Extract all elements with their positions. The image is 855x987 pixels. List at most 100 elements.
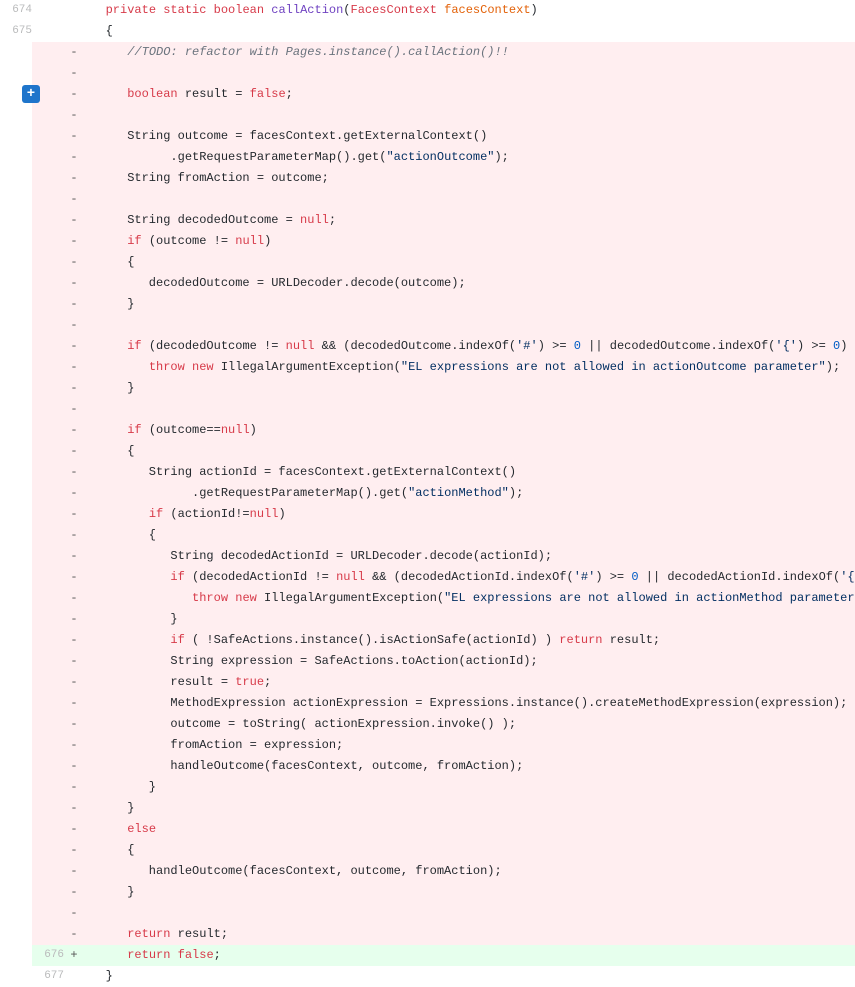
new-line-number[interactable] xyxy=(32,525,64,546)
code-content[interactable]: throw new IllegalArgumentException("EL e… xyxy=(84,588,855,609)
old-line-number[interactable] xyxy=(0,189,32,210)
new-line-number[interactable] xyxy=(32,441,64,462)
old-line-number[interactable] xyxy=(0,126,32,147)
new-line-number[interactable] xyxy=(32,693,64,714)
code-content[interactable]: } xyxy=(84,378,855,399)
code-content[interactable]: //TODO: refactor with Pages.instance().c… xyxy=(84,42,855,63)
code-content[interactable]: handleOutcome(facesContext, outcome, fro… xyxy=(84,756,855,777)
old-line-number[interactable] xyxy=(0,798,32,819)
new-line-number[interactable] xyxy=(32,336,64,357)
new-line-number[interactable]: 677 xyxy=(32,966,64,987)
code-content[interactable]: private static boolean callAction(FacesC… xyxy=(84,0,855,21)
code-content[interactable]: if ( !SafeActions.instance().isActionSaf… xyxy=(84,630,855,651)
code-content[interactable]: String actionId = facesContext.getExtern… xyxy=(84,462,855,483)
code-content[interactable]: } xyxy=(84,798,855,819)
code-content[interactable] xyxy=(84,63,855,84)
code-content[interactable]: { xyxy=(84,252,855,273)
new-line-number[interactable] xyxy=(32,105,64,126)
old-line-number[interactable] xyxy=(0,567,32,588)
old-line-number[interactable] xyxy=(0,252,32,273)
old-line-number[interactable] xyxy=(0,231,32,252)
new-line-number[interactable] xyxy=(32,210,64,231)
code-content[interactable] xyxy=(84,399,855,420)
code-content[interactable]: String outcome = facesContext.getExterna… xyxy=(84,126,855,147)
old-line-number[interactable] xyxy=(0,735,32,756)
code-content[interactable]: String decodedOutcome = null; xyxy=(84,210,855,231)
old-line-number[interactable] xyxy=(0,147,32,168)
old-line-number[interactable] xyxy=(0,315,32,336)
new-line-number[interactable] xyxy=(32,357,64,378)
new-line-number[interactable] xyxy=(32,294,64,315)
old-line-number[interactable] xyxy=(0,273,32,294)
old-line-number[interactable] xyxy=(0,168,32,189)
old-line-number[interactable] xyxy=(0,756,32,777)
old-line-number[interactable] xyxy=(0,210,32,231)
new-line-number[interactable] xyxy=(32,231,64,252)
code-content[interactable]: else xyxy=(84,819,855,840)
code-content[interactable]: { xyxy=(84,525,855,546)
code-content[interactable]: MethodExpression actionExpression = Expr… xyxy=(84,693,855,714)
new-line-number[interactable] xyxy=(32,168,64,189)
code-content[interactable]: outcome = toString( actionExpression.inv… xyxy=(84,714,855,735)
code-content[interactable]: if (decodedOutcome != null && (decodedOu… xyxy=(84,336,855,357)
old-line-number[interactable] xyxy=(0,924,32,945)
old-line-number[interactable] xyxy=(0,420,32,441)
old-line-number[interactable] xyxy=(0,357,32,378)
new-line-number[interactable] xyxy=(32,756,64,777)
old-line-number[interactable] xyxy=(0,903,32,924)
new-line-number[interactable]: 676 xyxy=(32,945,64,966)
code-content[interactable]: .getRequestParameterMap().get("actionMet… xyxy=(84,483,855,504)
code-content[interactable] xyxy=(84,105,855,126)
new-line-number[interactable] xyxy=(32,735,64,756)
new-line-number[interactable] xyxy=(32,252,64,273)
code-content[interactable]: fromAction = expression; xyxy=(84,735,855,756)
old-line-number[interactable] xyxy=(0,294,32,315)
code-content[interactable]: return false; xyxy=(84,945,855,966)
old-line-number[interactable] xyxy=(0,882,32,903)
code-content[interactable]: return result; xyxy=(84,924,855,945)
new-line-number[interactable] xyxy=(32,714,64,735)
code-content[interactable]: String expression = SafeActions.toAction… xyxy=(84,651,855,672)
old-line-number[interactable] xyxy=(0,966,32,987)
old-line-number[interactable] xyxy=(0,714,32,735)
code-content[interactable]: if (actionId!=null) xyxy=(84,504,855,525)
old-line-number[interactable] xyxy=(0,861,32,882)
code-content[interactable]: boolean result = false; xyxy=(84,84,855,105)
old-line-number[interactable] xyxy=(0,462,32,483)
new-line-number[interactable] xyxy=(32,189,64,210)
old-line-number[interactable] xyxy=(0,693,32,714)
old-line-number[interactable] xyxy=(0,525,32,546)
old-line-number[interactable] xyxy=(0,504,32,525)
code-content[interactable]: if (decodedActionId != null && (decodedA… xyxy=(84,567,855,588)
old-line-number[interactable] xyxy=(0,399,32,420)
code-content[interactable] xyxy=(84,189,855,210)
code-content[interactable]: if (outcome==null) xyxy=(84,420,855,441)
code-content[interactable]: throw new IllegalArgumentException("EL e… xyxy=(84,357,855,378)
code-content[interactable]: { xyxy=(84,21,855,42)
old-line-number[interactable] xyxy=(0,378,32,399)
new-line-number[interactable] xyxy=(32,126,64,147)
new-line-number[interactable] xyxy=(32,21,64,42)
new-line-number[interactable] xyxy=(32,567,64,588)
code-content[interactable]: } xyxy=(84,609,855,630)
new-line-number[interactable] xyxy=(32,861,64,882)
old-line-number[interactable] xyxy=(0,651,32,672)
new-line-number[interactable] xyxy=(32,546,64,567)
new-line-number[interactable] xyxy=(32,798,64,819)
new-line-number[interactable] xyxy=(32,462,64,483)
new-line-number[interactable] xyxy=(32,399,64,420)
new-line-number[interactable] xyxy=(32,651,64,672)
old-line-number[interactable] xyxy=(0,609,32,630)
code-content[interactable]: } xyxy=(84,966,855,987)
new-line-number[interactable] xyxy=(32,840,64,861)
new-line-number[interactable] xyxy=(32,63,64,84)
new-line-number[interactable] xyxy=(32,588,64,609)
old-line-number[interactable] xyxy=(0,42,32,63)
old-line-number[interactable] xyxy=(0,546,32,567)
add-comment-button[interactable]: + xyxy=(22,85,40,103)
old-line-number[interactable]: + xyxy=(0,84,32,105)
old-line-number[interactable] xyxy=(0,630,32,651)
code-content[interactable]: String fromAction = outcome; xyxy=(84,168,855,189)
new-line-number[interactable] xyxy=(32,147,64,168)
code-content[interactable] xyxy=(84,903,855,924)
